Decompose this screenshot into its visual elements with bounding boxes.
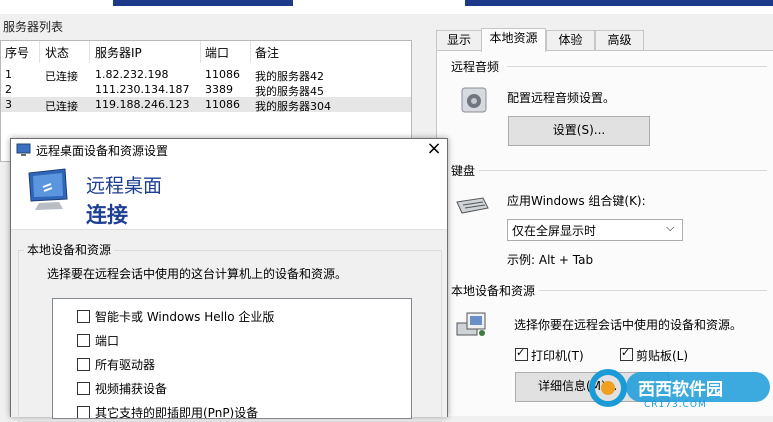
header-banner	[0, 0, 773, 14]
list-item-label: 智能卡或 Windows Hello 企业版	[95, 310, 275, 324]
column-header-index[interactable]: 序号	[5, 44, 29, 61]
column-divider[interactable]	[200, 41, 201, 63]
speaker-icon	[459, 85, 489, 115]
tab-experience[interactable]: 体验	[546, 30, 595, 51]
keyboard-label: 应用Windows 组合键(K):	[507, 194, 646, 208]
list-item-label: 视频捕获设备	[95, 382, 168, 396]
cell-port: 3389	[205, 83, 233, 96]
checkbox[interactable]	[77, 358, 90, 371]
cell-index: 1	[5, 68, 12, 81]
column-header-ip[interactable]: 服务器IP	[95, 44, 142, 61]
watermark-subtext: CR173.COM	[644, 400, 707, 410]
dialog-heading-line1: 远程桌面	[86, 175, 163, 197]
audio-settings-button[interactable]: 设置(S)...	[508, 116, 650, 146]
cell-note: 我的服务器304	[255, 100, 331, 113]
banner-fragment	[465, 0, 773, 6]
list-item-label: 所有驱动器	[95, 358, 156, 372]
cell-ip: 1.82.232.198	[95, 68, 169, 81]
settings-body: 远程音频 配置远程音频设置。 设置(S)... 键盘 应用Windows 组合键…	[436, 50, 773, 416]
device-list[interactable]: 智能卡或 Windows Hello 企业版 端口 所有驱动器 视频捕获设备 其…	[52, 298, 412, 419]
dialog-group-title: 本地设备和资源	[24, 241, 115, 258]
device-resource-dialog: 远程桌面设备和资源设置 × 远程桌面 连接 本地设备和资源 选择要在远程会话中使…	[10, 138, 448, 422]
audio-group-title: 远程音频	[451, 60, 500, 74]
keyboard-combo-select[interactable]: 仅在全屏显示时 ⌵	[507, 219, 683, 241]
dialog-body: 本地设备和资源 选择要在远程会话中使用的这台计算机上的设备和资源。 智能卡或 W…	[11, 229, 447, 422]
cell-status: 已连接	[45, 100, 78, 113]
checkbox[interactable]	[77, 334, 90, 347]
cell-port: 11086	[205, 68, 240, 81]
remote-desktop-logo-icon	[25, 167, 73, 211]
dialog-titlebar[interactable]: 远程桌面设备和资源设置 ×	[11, 138, 447, 161]
keyboard-example: 示例: Alt + Tab	[507, 253, 594, 267]
group-divider	[479, 170, 767, 171]
server-list-title: 服务器列表	[3, 20, 64, 34]
clipboard-label: 剪贴板(L)	[636, 349, 689, 363]
group-divider	[539, 290, 767, 291]
column-divider[interactable]	[250, 41, 251, 63]
close-button[interactable]: ×	[421, 138, 447, 160]
local-devices-description: 选择你要在远程会话中使用的设备和资源。	[514, 318, 743, 332]
checkbox[interactable]	[77, 310, 90, 323]
site-watermark: 西西软件园 CR173.COM	[586, 366, 773, 415]
keyboard-group-title: 键盘	[451, 164, 476, 178]
keyboard-icon	[455, 196, 489, 216]
printer-checkbox[interactable]	[515, 346, 528, 361]
column-header-note[interactable]: 备注	[255, 44, 279, 61]
column-divider[interactable]	[89, 41, 90, 63]
keyboard-combo-value: 仅在全屏显示时	[512, 224, 597, 238]
dialog-heading-line2: 连接	[86, 203, 128, 227]
tab-local-resources[interactable]: 本地资源	[481, 28, 546, 52]
list-item-label: 端口	[95, 334, 120, 348]
column-header-port[interactable]: 端口	[205, 44, 229, 61]
list-item-label: 其它支持的即插即用(PnP)设备	[95, 406, 259, 419]
remote-desktop-app-icon	[16, 142, 32, 158]
cell-index: 3	[5, 98, 12, 111]
checkbox[interactable]	[77, 382, 90, 395]
printer-label: 打印机(T)	[531, 349, 584, 363]
audio-description: 配置远程音频设置。	[507, 91, 616, 105]
clipboard-checkbox[interactable]	[620, 346, 633, 361]
table-row[interactable]: 2 111.230.134.187 3389 我的服务器45	[1, 82, 411, 98]
table-row[interactable]: 3 已连接 119.188.246.123 11086 我的服务器304	[1, 97, 411, 113]
column-divider[interactable]	[39, 41, 40, 63]
devices-icon	[455, 309, 489, 339]
tab-display[interactable]: 显示	[436, 30, 482, 51]
cell-ip: 119.188.246.123	[95, 98, 190, 111]
cell-port: 11086	[205, 98, 240, 111]
group-divider	[507, 66, 767, 67]
tab-advanced[interactable]: 高级	[595, 30, 644, 51]
table-row[interactable]: 1 已连接 1.82.232.198 11086 我的服务器42	[1, 67, 411, 83]
chevron-down-icon: ⌵	[666, 221, 675, 234]
dialog-banner: 远程桌面 连接	[11, 161, 447, 229]
local-devices-group-title: 本地设备和资源	[451, 284, 536, 298]
dialog-instruction: 选择要在远程会话中使用的这台计算机上的设备和资源。	[47, 267, 348, 281]
dialog-title: 远程桌面设备和资源设置	[36, 144, 169, 158]
watermark-text: 西西软件园	[638, 380, 723, 400]
cell-index: 2	[5, 83, 12, 96]
checkbox[interactable]	[77, 406, 90, 418]
column-header-status[interactable]: 状态	[45, 44, 69, 61]
cell-ip: 111.230.134.187	[95, 83, 190, 96]
banner-fragment	[113, 0, 293, 6]
